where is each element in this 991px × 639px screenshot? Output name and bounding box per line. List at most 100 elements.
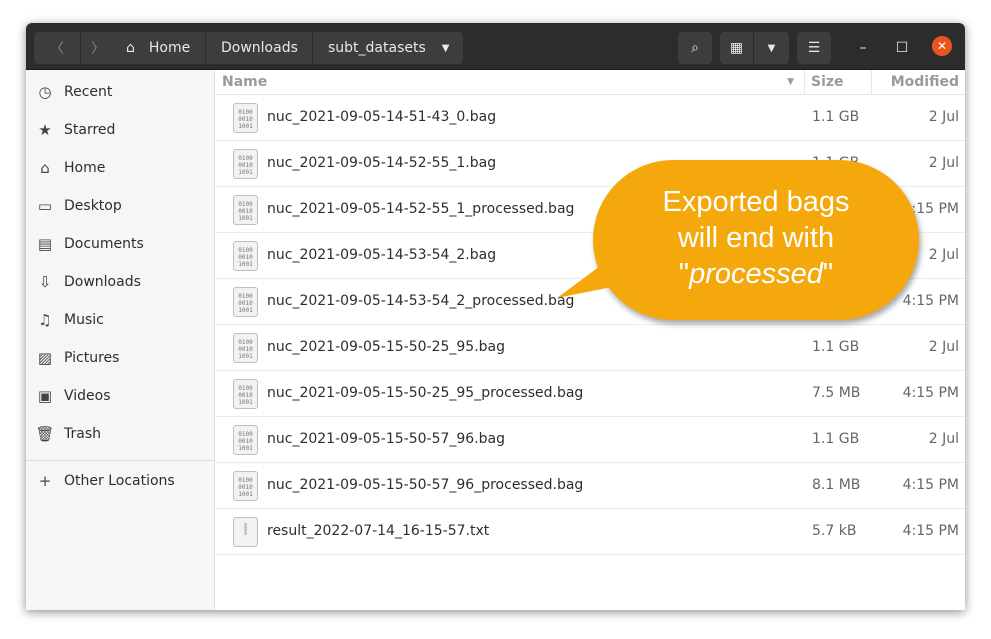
chevron-down-icon: ▼ bbox=[767, 42, 776, 54]
search-icon: ⌕ bbox=[691, 40, 699, 56]
column-name[interactable]: Name ▼ bbox=[216, 70, 805, 95]
sidebar: ◷ Recent ★ Starred ⌂ Home ▭ Desktop ▤ Documents ⇩ D… bbox=[26, 70, 215, 610]
binary-file-icon: 0100 0010 1001 bbox=[233, 333, 258, 363]
clock-icon: ◷ bbox=[38, 83, 52, 101]
sort-down-icon: ▼ bbox=[787, 77, 794, 87]
menu-button[interactable]: ☰ bbox=[797, 32, 831, 64]
file-name: nuc_2021-09-05-15-50-25_95_processed.bag bbox=[267, 385, 584, 401]
forward-button[interactable]: 〉 bbox=[81, 32, 115, 64]
star-icon: ★ bbox=[38, 121, 52, 139]
file-modified: 2 Jul bbox=[928, 339, 959, 355]
file-row[interactable]: 0100 0010 1001 nuc_2021-09-05-15-50-57_96_p… bbox=[216, 463, 965, 509]
minimize-icon: – bbox=[859, 40, 867, 56]
column-size[interactable]: Size bbox=[805, 70, 872, 95]
breadcrumb-subt-datasets[interactable]: subt_datasets ▼ bbox=[313, 32, 463, 64]
breadcrumb-downloads[interactable]: Downloads bbox=[206, 32, 313, 64]
maximize-button[interactable]: ☐ bbox=[887, 32, 917, 64]
sidebar-item-videos[interactable]: ▣ Videos bbox=[26, 377, 214, 415]
desktop-icon: ▭ bbox=[37, 197, 53, 215]
file-row[interactable]: 0100 0010 1001 nuc_2021-09-05-15-50-25_95.b… bbox=[216, 325, 965, 371]
maximize-icon: ☐ bbox=[895, 40, 909, 56]
file-modified: 4:15 PM bbox=[902, 523, 959, 539]
file-size: 8.1 MB bbox=[812, 477, 861, 493]
sidebar-item-music[interactable]: ♫ Music bbox=[26, 301, 214, 339]
sidebar-item-desktop[interactable]: ▭ Desktop bbox=[26, 187, 214, 225]
file-size: 1.1 GB bbox=[812, 109, 860, 125]
back-button[interactable]: 〈 bbox=[34, 32, 81, 64]
file-size: 7.5 MB bbox=[812, 385, 861, 401]
binary-file-icon: 0100 0010 1001 bbox=[233, 241, 258, 271]
home-icon: ⌂ bbox=[126, 40, 135, 56]
sidebar-item-label: Documents bbox=[64, 236, 144, 252]
file-row[interactable]: 0100 0010 1001 nuc_2021-09-05-15-50-57_96.b… bbox=[216, 417, 965, 463]
file-name: nuc_2021-09-05-15-50-57_96.bag bbox=[267, 431, 506, 447]
home-icon: ⌂ bbox=[40, 159, 50, 177]
close-icon: ✕ bbox=[936, 39, 948, 53]
file-modified: 2 Jul bbox=[928, 155, 959, 171]
file-modified: 2 Jul bbox=[928, 109, 959, 125]
callout-bubble: Exported bags will end with "processed" bbox=[557, 160, 919, 320]
minimize-button[interactable]: – bbox=[848, 32, 878, 64]
file-size: 1.1 GB bbox=[812, 431, 860, 447]
sidebar-item-downloads[interactable]: ⇩ Downloads bbox=[26, 263, 214, 301]
file-name: nuc_2021-09-05-14-52-55_1.bag bbox=[267, 155, 497, 171]
search-button[interactable]: ⌕ bbox=[678, 32, 712, 64]
sidebar-item-label: Videos bbox=[64, 388, 111, 404]
download-icon: ⇩ bbox=[38, 273, 52, 291]
grid-icon: ▦ bbox=[729, 40, 744, 56]
file-row[interactable]: 0100 0010 1001 nuc_2021-09-05-15-50-25_95_p… bbox=[216, 371, 965, 417]
document-icon: ▤ bbox=[37, 235, 53, 253]
file-name: nuc_2021-09-05-15-50-57_96_processed.bag bbox=[267, 477, 584, 493]
sidebar-item-label: Trash bbox=[64, 426, 101, 442]
sidebar-item-trash[interactable]: 🗑 Trash bbox=[26, 415, 214, 453]
sidebar-item-label: Pictures bbox=[64, 350, 120, 366]
sidebar-item-home[interactable]: ⌂ Home bbox=[26, 149, 214, 187]
sidebar-item-label: Recent bbox=[64, 84, 113, 100]
file-modified: 4:15 PM bbox=[902, 477, 959, 493]
sidebar-item-label: Home bbox=[64, 160, 106, 176]
picture-icon: ▨ bbox=[37, 349, 53, 367]
file-modified: 2 Jul bbox=[928, 431, 959, 447]
sidebar-item-other-locations[interactable]: + Other Locations bbox=[26, 462, 214, 500]
file-size: 5.7 kB bbox=[812, 523, 857, 539]
binary-file-icon: 0100 0010 1001 bbox=[233, 103, 258, 133]
hamburger-icon: ☰ bbox=[807, 40, 821, 56]
chevron-down-icon: ▼ bbox=[441, 42, 450, 54]
file-modified: 4:15 PM bbox=[902, 385, 959, 401]
file-row[interactable]: ≡ ≡ ≡ ≡ result_2022-07-14_16-15-57.txt 5.7 kB… bbox=[216, 509, 965, 555]
close-button[interactable]: ✕ bbox=[932, 36, 952, 56]
video-icon: ▣ bbox=[37, 387, 53, 405]
file-modified: 4:15 PM bbox=[902, 293, 959, 309]
file-name: nuc_2021-09-05-14-53-54_2.bag bbox=[267, 247, 497, 263]
sidebar-item-label: Desktop bbox=[64, 198, 122, 214]
file-row[interactable]: 0100 0010 1001 nuc_2021-09-05-14-51-43_0.ba… bbox=[216, 95, 965, 141]
file-size: 1.1 GB bbox=[812, 339, 860, 355]
sidebar-item-recent[interactable]: ◷ Recent bbox=[26, 73, 214, 111]
binary-file-icon: 0100 0010 1001 bbox=[233, 471, 258, 501]
sidebar-item-label: Downloads bbox=[64, 274, 141, 290]
sidebar-item-documents[interactable]: ▤ Documents bbox=[26, 225, 214, 263]
breadcrumb-home[interactable]: ⌂ Home bbox=[111, 32, 206, 64]
sidebar-item-starred[interactable]: ★ Starred bbox=[26, 111, 214, 149]
plus-icon: + bbox=[38, 472, 52, 490]
view-options-button[interactable]: ▼ bbox=[754, 32, 789, 64]
file-name: nuc_2021-09-05-15-50-25_95.bag bbox=[267, 339, 506, 355]
sidebar-item-label: Starred bbox=[64, 122, 116, 138]
view-grid-button[interactable]: ▦ bbox=[720, 32, 754, 64]
binary-file-icon: 0100 0010 1001 bbox=[233, 287, 258, 317]
binary-file-icon: 0100 0010 1001 bbox=[233, 149, 258, 179]
file-modified: 2 Jul bbox=[928, 247, 959, 263]
sidebar-item-label: Music bbox=[64, 312, 104, 328]
music-icon: ♫ bbox=[38, 311, 52, 329]
sidebar-item-pictures[interactable]: ▨ Pictures bbox=[26, 339, 214, 377]
column-modified[interactable]: Modified bbox=[872, 70, 965, 95]
sidebar-divider bbox=[26, 460, 214, 461]
trash-icon: 🗑 bbox=[35, 425, 55, 443]
file-name: nuc_2021-09-05-14-53-54_2_processed.bag bbox=[267, 293, 575, 309]
text-file-icon: ≡ ≡ ≡ ≡ bbox=[233, 517, 258, 547]
header-bar: 〈 〉 ⌂ Home Downloads subt_datasets ▼ ⌕ ▦ ▼… bbox=[26, 23, 965, 70]
file-name: nuc_2021-09-05-14-52-55_1_processed.bag bbox=[267, 201, 575, 217]
file-list: Name ▼ Size Modified 0100 0010 1001 nuc_2021… bbox=[216, 70, 965, 610]
binary-file-icon: 0100 0010 1001 bbox=[233, 425, 258, 455]
binary-file-icon: 0100 0010 1001 bbox=[233, 195, 258, 225]
